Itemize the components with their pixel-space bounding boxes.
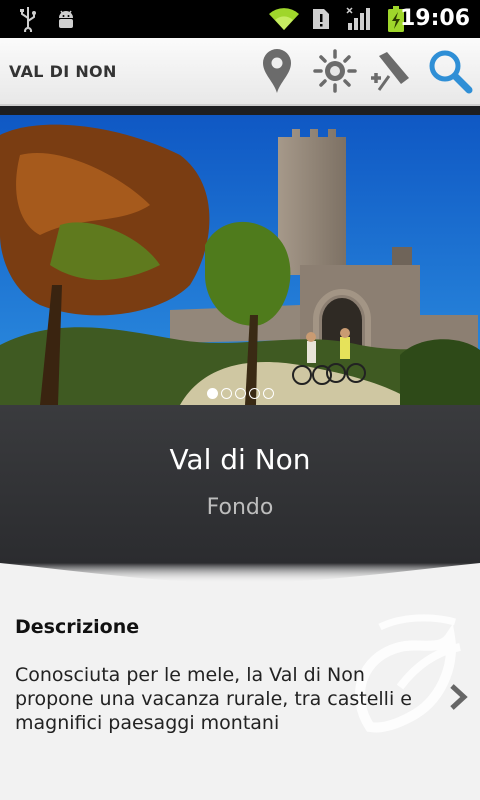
description-card[interactable]: Descrizione Conosciuta per le mele, la V… <box>0 587 480 800</box>
page-dot[interactable] <box>262 388 274 399</box>
clock: 19:06 <box>399 6 470 31</box>
panel-shadow <box>0 563 480 583</box>
chevron-right-icon[interactable] <box>448 683 470 711</box>
page-dot[interactable] <box>248 388 260 399</box>
wifi-icon <box>266 0 302 38</box>
castle-photo <box>0 115 480 405</box>
app-title: VAL DI NON <box>9 62 117 81</box>
add-bookmark-button[interactable] <box>366 47 418 99</box>
search-button[interactable] <box>424 47 476 99</box>
gallery-page-indicator <box>0 388 480 399</box>
place-name: Val di Non <box>169 443 311 476</box>
place-subtitle: Fondo <box>206 495 274 520</box>
weather-button[interactable] <box>309 47 361 99</box>
weather-sun-icon <box>313 49 357 97</box>
status-bar: 19:06 <box>0 0 480 38</box>
hero-top-strip <box>0 106 480 115</box>
description-heading: Descrizione <box>15 616 140 638</box>
map-button[interactable] <box>251 47 303 99</box>
hero-gallery[interactable] <box>0 115 480 405</box>
description-text: Conosciuta per le mele, la Val di Non pr… <box>15 664 412 734</box>
page-dot[interactable] <box>206 388 218 399</box>
location-pin-icon <box>260 48 294 98</box>
usb-icon <box>14 0 42 38</box>
page-dot[interactable] <box>220 388 232 399</box>
place-title-panel: Val di Non Fondo <box>0 405 480 563</box>
android-debug-icon <box>52 0 80 38</box>
search-icon <box>426 47 474 99</box>
page-dot[interactable] <box>234 388 246 399</box>
pin-add-icon <box>369 48 415 98</box>
action-bar: VAL DI NON <box>0 38 480 106</box>
signal-icon <box>344 0 374 38</box>
sim-alert-icon <box>308 0 334 38</box>
